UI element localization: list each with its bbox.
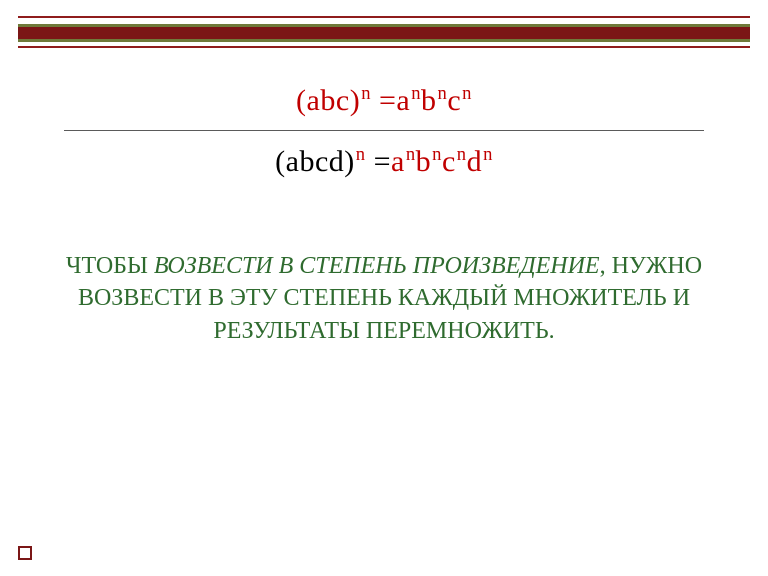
f2-rparen: ) (344, 145, 355, 178)
f1-b: b (320, 84, 336, 117)
slide: (abc)n =anbncn (abcd)n =anbncndn ЧТОБЫ В… (0, 0, 768, 576)
top-decoration (18, 16, 750, 48)
f2-ra-n: n (405, 144, 416, 165)
formula-2: (abcd)n =anbncndn (0, 141, 768, 183)
f2-c: c (315, 145, 329, 178)
divider-line (64, 130, 704, 131)
f1-a: a (307, 84, 321, 117)
top-band (18, 24, 750, 42)
f2-b: b (299, 145, 315, 178)
f1-rb-n: n (437, 83, 448, 104)
f2-rb: b (416, 145, 432, 178)
formula-1: (abc)n =anbncn (0, 80, 768, 122)
f2-lparen: ( (275, 145, 286, 178)
f1-c: c (336, 84, 350, 117)
rule-text: ЧТОБЫ ВОЗВЕСТИ В СТЕПЕНЬ ПРОИЗВЕДЕНИЕ, Н… (48, 250, 720, 347)
rule-part1: ЧТОБЫ (66, 253, 154, 279)
f2-ra: a (391, 145, 405, 178)
f1-ra: a (396, 84, 410, 117)
f1-ra-n: n (410, 83, 421, 104)
f2-d: d (329, 145, 345, 178)
rule-emph: ВОЗВЕСТИ В СТЕПЕНЬ ПРОИЗВЕДЕНИЕ (154, 253, 600, 279)
formula-block: (abc)n =anbncn (abcd)n =anbncndn (0, 80, 768, 183)
f1-rb: b (421, 84, 437, 117)
f1-rparen: ) (350, 84, 361, 117)
f1-rc: c (447, 84, 461, 117)
f2-eq: = (366, 145, 391, 178)
top-line (18, 16, 750, 18)
top-band-red (18, 27, 750, 39)
top-line-2 (18, 46, 750, 48)
f2-rc-n: n (456, 144, 467, 165)
f2-a: a (286, 145, 300, 178)
f2-exp-n: n (355, 144, 366, 165)
f2-rd-n: n (482, 144, 493, 165)
f1-eq: = (371, 84, 396, 117)
f2-rb-n: n (431, 144, 442, 165)
f1-exp-n: n (360, 83, 371, 104)
f2-rd: d (467, 145, 483, 178)
f1-lparen: ( (296, 84, 307, 117)
f1-rc-n: n (461, 83, 472, 104)
accent-square-icon (18, 546, 32, 560)
f2-rc: c (442, 145, 456, 178)
